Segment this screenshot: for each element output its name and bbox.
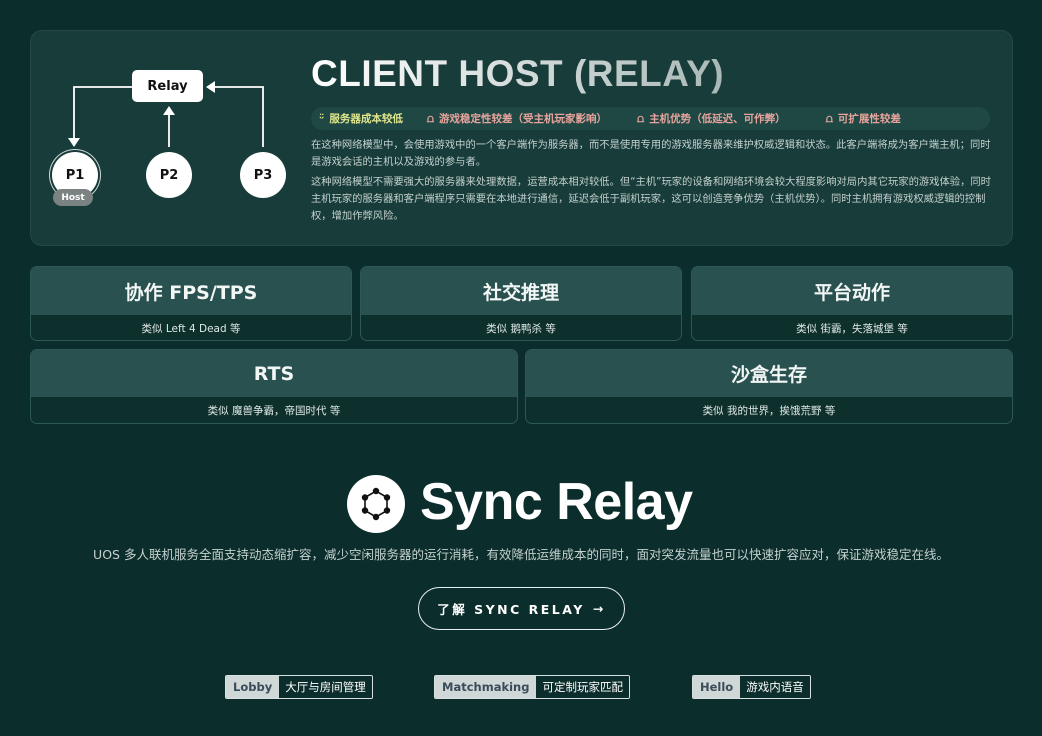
sync-relay-description: UOS 多人联机服务全面支持动态缩扩容，减少空闲服务器的运行消耗，有效降低运维成… [93,547,949,562]
feature-tag-hello[interactable]: Hello 游戏内语音 [692,675,811,699]
genre-card-platform-action: 平台动作 类似 街霸，失落城堡 等 [691,266,1013,341]
sync-relay-logo-icon [347,475,405,533]
tag-value: 游戏内语音 [740,676,810,698]
pros-cons-bar: ᵕ̈ 服务器成本较低 ⩍ 游戏稳定性较差（受主机玩家影响） ⩍ 主机优势（低延迟… [311,107,990,130]
genre-card-sandbox-survival: 沙盒生存 类似 我的世界，挨饿荒野 等 [525,349,1013,424]
con-badge: ⩍ 主机优势（低延迟、可作弊） [637,111,786,126]
genre-title: 协作 FPS/TPS [31,267,351,315]
genre-title: 平台动作 [692,267,1012,315]
genre-examples: 类似 我的世界，挨饿荒野 等 [702,404,836,417]
player-node-p3: P3 [240,152,286,198]
genre-examples: 类似 鹅鸭杀 等 [486,322,556,335]
relay-arrows [68,81,264,147]
feature-tag-lobby[interactable]: Lobby 大厅与房间管理 [225,675,373,699]
pro-badge: ᵕ̈ 服务器成本较低 [319,111,403,126]
badge-text: 可扩展性较差 [837,113,901,125]
badge-text: 游戏稳定性较差（受主机玩家影响） [439,113,608,125]
sync-relay-title: Sync Relay [420,473,693,531]
page-title: CLIENT HOST (RELAY) [311,53,725,94]
description-paragraph: 这种网络模型不需要强大的服务器来处理数据，运营成本相对较低。但“主机”玩家的设备… [311,176,991,222]
feature-tag-matchmaking[interactable]: Matchmaking 可定制玩家匹配 [434,675,630,699]
frown-icon: ⩍ [426,111,435,125]
con-badge: ⩍ 可扩展性较差 [826,111,901,126]
genre-card-social-deduction: 社交推理 类似 鹅鸭杀 等 [360,266,682,341]
button-label: 了解 SYNC RELAY [437,602,585,617]
arrow-right-icon: → [592,601,606,616]
tag-value: 可定制玩家匹配 [536,676,629,698]
tag-key: Lobby [226,676,280,698]
genre-examples: 类似 Left 4 Dead 等 [141,322,241,335]
player-node-p2: P2 [146,152,192,198]
relay-model-card: Relay P1 P2 P3 Host CLIENT HOST (RELAY) … [30,30,1013,246]
model-description: 在这种网络模型中，会使用游戏中的一个客户端作为服务器，而不是使用专用的游戏服务器… [311,137,991,225]
genre-card-coop-fps: 协作 FPS/TPS 类似 Left 4 Dead 等 [30,266,352,341]
smile-icon: ᵕ̈ [319,112,325,125]
tag-key: Hello [693,676,741,698]
learn-sync-relay-button[interactable]: 了解 SYNC RELAY → [418,587,625,630]
frown-icon: ⩍ [825,111,833,125]
genre-title: RTS [31,350,517,397]
frown-icon: ⩍ [637,111,645,125]
description-paragraph: 在这种网络模型中，会使用游戏中的一个客户端作为服务器，而不是使用专用的游戏服务器… [311,139,991,168]
genre-card-rts: RTS 类似 魔兽争霸，帝国时代 等 [30,349,518,424]
tag-key: Matchmaking [435,676,537,698]
host-tag: Host [53,189,93,206]
genre-examples: 类似 魔兽争霸，帝国时代 等 [207,404,341,417]
badge-text: 主机优势（低延迟、可作弊） [649,113,786,125]
relay-diagram: Relay P1 P2 P3 Host [31,31,301,247]
genre-title: 社交推理 [361,267,681,315]
badge-text: 服务器成本较低 [329,113,403,125]
relay-server-box: Relay [132,70,203,102]
con-badge: ⩍ 游戏稳定性较差（受主机玩家影响） [427,111,607,126]
genre-examples: 类似 街霸，失落城堡 等 [796,322,908,335]
tag-value: 大厅与房间管理 [279,676,372,698]
genre-title: 沙盒生存 [526,350,1012,397]
